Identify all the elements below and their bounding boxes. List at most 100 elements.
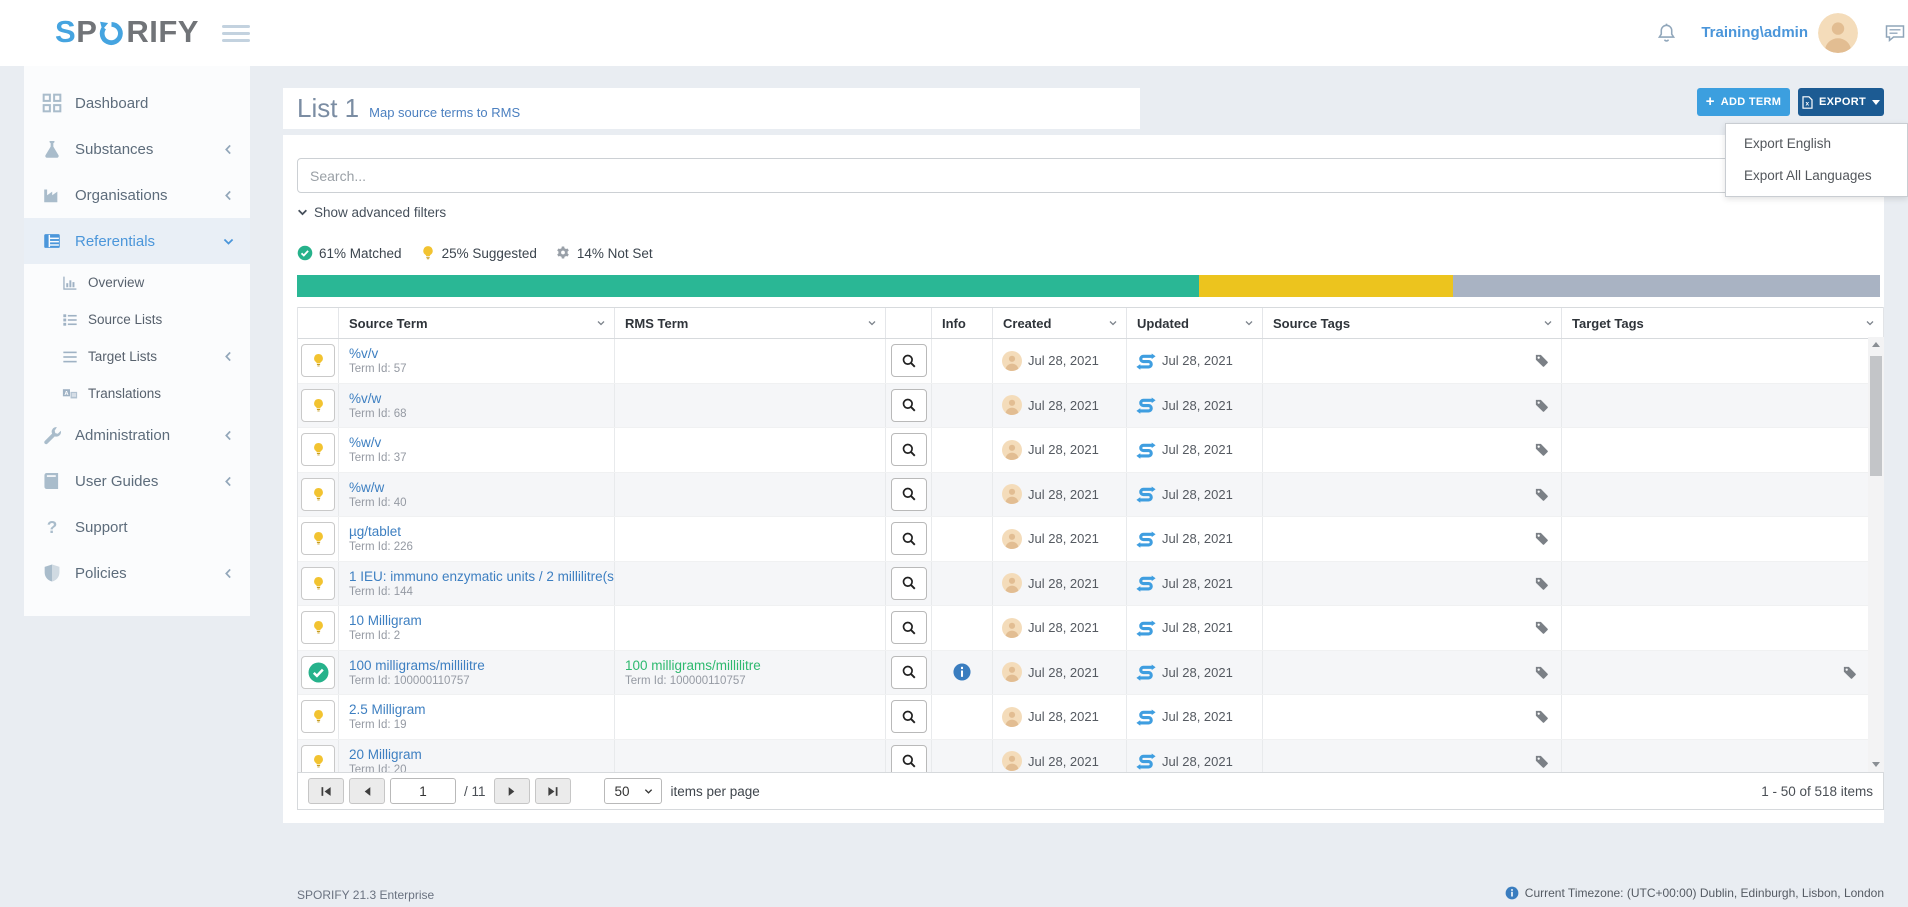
preview-term-button[interactable] [891,389,927,422]
items-per-page-select[interactable]: 50 [604,778,662,804]
status-suggested-button[interactable] [301,478,335,511]
table-scrollbar[interactable] [1868,337,1884,772]
cell-updated: Jul 28, 2021 [1127,517,1263,561]
scrollbar-thumb[interactable] [1870,356,1882,476]
previous-page-button[interactable] [349,778,385,804]
lightbulb-icon [311,442,326,457]
status-suggested-button[interactable] [301,700,335,733]
target-tag-icon[interactable] [1842,665,1857,680]
cell-source-tags [1263,339,1562,383]
status-suggested-button[interactable] [301,344,335,377]
sporify-s-icon [1136,484,1156,504]
sidebar-item-source-lists[interactable]: Source Lists [24,301,250,338]
hamburger-menu-icon[interactable] [222,25,250,42]
sidebar-item-target-lists[interactable]: Target Lists [24,338,250,375]
lightbulb-icon [311,754,326,769]
source-term-link[interactable]: %w/w [349,479,384,496]
timezone-label: Current Timezone: (UTC+00:00) Dublin, Ed… [1505,886,1884,900]
source-term-link[interactable]: µg/tablet [349,523,401,540]
source-tag-icon[interactable] [1534,576,1549,591]
source-tag-icon[interactable] [1534,754,1549,769]
rms-term-link[interactable]: 100 milligrams/millilitre [625,657,761,674]
source-term-link[interactable]: %v/w [349,390,381,407]
source-tag-icon[interactable] [1534,531,1549,546]
source-tag-icon[interactable] [1534,709,1549,724]
source-tag-icon[interactable] [1534,442,1549,457]
sidebar-item-user-guides[interactable]: User Guides [24,458,250,504]
preview-term-button[interactable] [891,700,927,733]
page-number-input[interactable] [390,778,456,804]
status-suggested-button[interactable] [301,611,335,644]
next-page-button[interactable] [494,778,530,804]
sporify-logo[interactable]: SPRIFY [55,14,199,50]
scrollbar-up-arrow[interactable] [1868,337,1884,352]
sidebar-item-referentials[interactable]: Referentials [24,218,250,264]
chevron-down-icon [867,318,877,328]
sidebar-item-overview[interactable]: Overview [24,264,250,301]
preview-term-button[interactable] [891,344,927,377]
scrollbar-down-arrow[interactable] [1868,757,1884,772]
updated-date: Jul 28, 2021 [1162,709,1233,724]
sidebar-item-policies[interactable]: Policies [24,550,250,596]
table-row: %w/vTerm Id: 37Jul 28, 2021Jul 28, 2021 [298,428,1883,473]
notifications-bell-icon[interactable] [1655,22,1678,45]
status-suggested-button[interactable] [301,433,335,466]
menu-item-export-english[interactable]: Export English [1726,128,1907,160]
sporify-s-icon [1136,751,1156,771]
user-avatar[interactable] [1818,13,1858,53]
source-term-link[interactable]: 100 milligrams/millilitre [349,657,485,674]
column-updated[interactable]: Updated [1127,308,1263,338]
updated-date: Jul 28, 2021 [1162,442,1233,457]
status-suggested-button[interactable] [301,389,335,422]
cell-source-term: %w/vTerm Id: 37 [339,428,615,472]
add-term-button[interactable]: + ADD TERM [1697,88,1790,116]
column-created[interactable]: Created [993,308,1127,338]
source-tag-icon[interactable] [1534,487,1549,502]
cell-target-tags [1562,428,1883,472]
chevron-down-icon [596,318,606,328]
status-matched-button[interactable] [301,656,335,689]
sidebar-item-dashboard[interactable]: Dashboard [24,80,250,126]
chevron-left-icon [223,430,234,441]
source-term-link[interactable]: 20 Milligram [349,746,422,763]
preview-term-button[interactable] [891,611,927,644]
export-button[interactable]: x EXPORT [1798,88,1884,116]
preview-term-button[interactable] [891,433,927,466]
cell-created: Jul 28, 2021 [993,384,1127,428]
preview-term-button[interactable] [891,567,927,600]
last-page-button[interactable] [535,778,571,804]
menu-item-export-all-languages[interactable]: Export All Languages [1726,160,1907,192]
source-term-link[interactable]: 10 Milligram [349,612,422,629]
source-term-link[interactable]: 2.5 Milligram [349,701,426,718]
column-source-tags[interactable]: Source Tags [1263,308,1562,338]
preview-term-button[interactable] [891,656,927,689]
chevron-down-icon [1543,318,1553,328]
export-dropdown-menu: Export English Export All Languages [1725,123,1908,197]
search-input[interactable] [297,158,1870,193]
preview-term-button[interactable] [891,478,927,511]
source-tag-icon[interactable] [1534,398,1549,413]
source-term-link[interactable]: %v/v [349,345,378,362]
show-advanced-filters-toggle[interactable]: Show advanced filters [297,205,446,220]
status-suggested-button[interactable] [301,567,335,600]
source-term-link[interactable]: 1 IEU: immuno enzymatic units / 2 millil… [349,568,615,585]
source-tag-icon[interactable] [1534,620,1549,635]
chat-bubble-icon[interactable] [1884,23,1906,44]
current-user[interactable]: Training\admin [1701,24,1808,41]
source-tag-icon[interactable] [1534,665,1549,680]
column-target-tags[interactable]: Target Tags [1562,308,1883,338]
sidebar-item-organisations[interactable]: Organisations [24,172,250,218]
preview-term-button[interactable] [891,522,927,555]
status-suggested-button[interactable] [301,522,335,555]
sidebar-item-translations[interactable]: ATranslations [24,375,250,412]
book-icon [42,471,62,491]
column-source-term[interactable]: Source Term [339,308,615,338]
sidebar-item-substances[interactable]: Substances [24,126,250,172]
first-page-button[interactable] [308,778,344,804]
column-rms-term[interactable]: RMS Term [615,308,886,338]
source-term-link[interactable]: %w/v [349,434,381,451]
sidebar-item-support[interactable]: ?Support [24,504,250,550]
source-tag-icon[interactable] [1534,353,1549,368]
info-icon[interactable] [953,663,971,681]
sidebar-item-administration[interactable]: Administration [24,412,250,458]
